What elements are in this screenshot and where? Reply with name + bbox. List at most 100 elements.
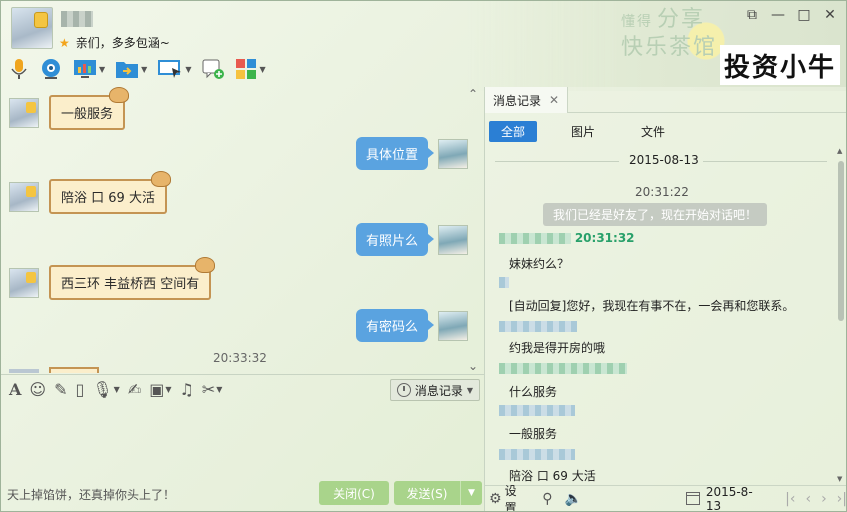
scroll-down-icon[interactable]: ▼: [837, 475, 842, 483]
bottom-bar: 天上掉馅饼，还真掉你头上了！ 关闭(C) 发送(S) ▼: [1, 479, 484, 509]
voice-call-button[interactable]: [7, 56, 31, 82]
history-sender-row: [499, 275, 509, 289]
message-history-button[interactable]: 消息记录 ▼: [389, 379, 480, 401]
tip-text[interactable]: 天上掉馅饼，还真掉你头上了！: [7, 486, 175, 503]
chart-screen-icon: [74, 60, 96, 78]
window-header: 懂得 分享 快乐茶馆 ★ 亲们，多多包涵~ ⧉ — □ ✕ ▼ ▼ ▼ ▼ 投资…: [1, 1, 846, 91]
magic-wand-icon[interactable]: ✎: [54, 380, 67, 399]
history-timestamp: 20:31:22: [635, 185, 689, 199]
music-icon[interactable]: ♫: [179, 380, 193, 399]
history-panel: 消息记录 ✕ 全部 图片 文件 2015-08-13 20:31:22 我们已经…: [484, 87, 846, 512]
chat-window: 懂得 分享 快乐茶馆 ★ 亲们，多多包涵~ ⧉ — □ ✕ ▼ ▼ ▼ ▼ 投资…: [0, 0, 847, 512]
filter-files[interactable]: 文件: [629, 121, 677, 142]
minimize-button[interactable]: —: [770, 7, 786, 23]
emoji-icon[interactable]: ☺: [29, 380, 46, 399]
collapse-up-icon[interactable]: ⌃: [468, 87, 478, 101]
filter-all[interactable]: 全部: [489, 121, 538, 142]
contact-avatar[interactable]: [11, 7, 53, 49]
history-sender-row: [499, 403, 575, 417]
font-icon[interactable]: A: [9, 380, 21, 399]
input-toolbar: A ☺ ✎ ▯ 🎙 ▼ ✍ ▣ ▼ ♫ ✂ ▼ 消息记录 ▼: [1, 374, 484, 404]
scroll-up-icon[interactable]: ▲: [837, 147, 842, 155]
prev-page-icon[interactable]: ‹: [805, 491, 811, 507]
message-received: 西三环 丰益桥西 空间有: [9, 257, 216, 300]
my-message-avatar[interactable]: [438, 310, 468, 341]
send-options-chevron-icon[interactable]: ▼: [460, 481, 482, 505]
history-message: 一般服务: [509, 427, 558, 441]
history-sender-row: [499, 447, 575, 461]
history-footer: ⚙ 设置 ⚲ 🔈 2015-8-13 |‹ ‹ › ›|: [485, 482, 846, 512]
remote-desktop-icon: [158, 60, 182, 78]
first-page-icon[interactable]: |‹: [785, 491, 795, 507]
history-message: 妹妹约么？: [509, 257, 570, 271]
contact-message-avatar[interactable]: [9, 181, 39, 212]
last-page-icon[interactable]: ›|: [837, 491, 846, 507]
tab-message-history[interactable]: 消息记录 ✕: [485, 87, 569, 113]
message-history-label: 消息记录: [414, 383, 463, 398]
chevron-down-icon[interactable]: ▼: [141, 65, 147, 74]
history-pagination: |‹ ‹ › ›|: [785, 491, 846, 507]
contact-message-avatar[interactable]: [9, 267, 39, 298]
voice-message-icon[interactable]: 🎙 ▼: [92, 380, 119, 399]
message-received: 一般服务: [9, 87, 130, 130]
chevron-down-icon[interactable]: ▼: [259, 65, 265, 74]
message-sent: 有照片么: [355, 223, 468, 256]
history-scrollbar[interactable]: ▲ ▼: [837, 147, 845, 483]
message-bubble: 一般服务: [49, 87, 130, 130]
video-call-button[interactable]: [37, 56, 65, 82]
contact-message-avatar: [9, 369, 39, 373]
window-controls: ⧉ — □ ✕: [744, 7, 838, 23]
send-file-button[interactable]: ▼: [113, 56, 149, 82]
my-message-avatar[interactable]: [438, 138, 468, 169]
chevron-down-icon[interactable]: ▼: [99, 65, 105, 74]
history-sender-row: 20:31:32: [499, 231, 635, 245]
collapse-down-icon[interactable]: ⌄: [468, 359, 478, 373]
history-list[interactable]: 2015-08-13 20:31:22 我们已经是好友了，现在开始对话吧！ 20…: [485, 147, 837, 483]
send-button[interactable]: 发送(S) ▼: [394, 481, 482, 505]
edit-icon[interactable]: ✍: [128, 380, 141, 399]
message-sent: 具体位置: [355, 137, 468, 170]
history-date: 2015-08-13: [629, 153, 699, 167]
remote-desktop-button[interactable]: ▼: [155, 56, 193, 82]
message-bubble: 有照片么: [355, 223, 435, 256]
message-area[interactable]: ⌃ 一般服务 具体位置 陪浴 口 69 大活 有照片么 西三环 丰益桥西 空间有…: [1, 87, 484, 373]
message-received: 陪浴 口 69 大活: [9, 171, 171, 214]
slogan-small-text: 懂得: [621, 14, 653, 30]
lock-icon: [34, 12, 48, 28]
microphone-icon: [11, 59, 27, 79]
scissors-icon[interactable]: ✂ ▼: [202, 380, 223, 399]
next-page-icon[interactable]: ›: [821, 491, 827, 507]
filter-images[interactable]: 图片: [559, 121, 607, 142]
speaker-icon[interactable]: 🔈: [565, 491, 582, 507]
add-chat-icon: [202, 59, 225, 79]
message-bubble: 西三环 丰益桥西 空间有: [49, 257, 216, 300]
message-bubble: 有密码么: [355, 309, 435, 342]
contact-message-avatar[interactable]: [9, 97, 39, 128]
date-separator: 2015-08-13: [485, 153, 837, 169]
close-button[interactable]: 关闭(C): [319, 481, 389, 505]
sender-name-blurred: [499, 233, 571, 244]
my-message-avatar[interactable]: [438, 224, 468, 255]
search-icon[interactable]: ⚲: [542, 491, 552, 507]
gear-icon[interactable]: ⚙: [489, 491, 502, 507]
message-bubble: 陪浴 口 69 大活: [49, 171, 171, 214]
skin-icon[interactable]: ⧉: [744, 7, 760, 23]
restore-button[interactable]: □: [796, 7, 812, 23]
calendar-icon[interactable]: [685, 492, 700, 505]
message-input[interactable]: [1, 404, 484, 478]
create-discussion-button[interactable]: [199, 56, 227, 82]
apps-button[interactable]: ▼: [233, 56, 267, 82]
history-footer-date[interactable]: 2015-8-13: [706, 485, 767, 512]
image-icon[interactable]: ▣ ▼: [149, 380, 171, 399]
close-window-button[interactable]: ✕: [822, 7, 838, 23]
history-message: 约我是得开房的哦: [509, 341, 606, 355]
close-icon[interactable]: ✕: [549, 93, 559, 107]
send-button-label: 发送(S): [406, 486, 448, 501]
settings-link[interactable]: 设置: [505, 482, 529, 512]
folder-send-icon: [116, 62, 139, 78]
contact-status-row: ★ 亲们，多多包涵~: [59, 34, 170, 51]
scrollbar-thumb[interactable]: [838, 161, 844, 321]
vibrate-icon[interactable]: ▯: [76, 380, 85, 399]
screen-share-button[interactable]: ▼: [71, 56, 107, 82]
chevron-down-icon[interactable]: ▼: [185, 65, 191, 74]
